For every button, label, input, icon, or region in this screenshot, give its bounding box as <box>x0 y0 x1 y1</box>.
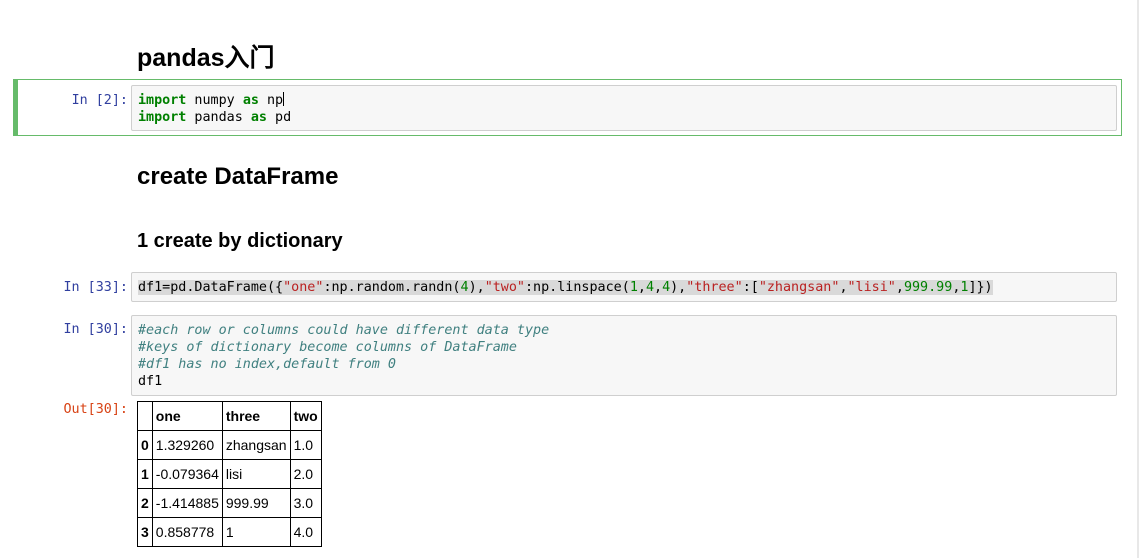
table-cell: 0.858778 <box>151 517 223 547</box>
code-token: 4 <box>662 280 671 295</box>
code-token: 4 <box>460 280 469 295</box>
column-header: two <box>289 401 322 431</box>
code-token: #each row or columns could have differen… <box>138 323 550 338</box>
dataframe-output: one three two 0 1.329260 zhangsan 1.0 1 … <box>137 401 322 547</box>
cell-3-input[interactable]: #each row or columns could have differen… <box>131 315 1117 396</box>
code-line: #df1 has no index,default from 0 <box>138 356 1110 373</box>
section-heading: create DataFrame <box>137 163 339 190</box>
code-token: numpy <box>186 93 243 108</box>
code-token: pd <box>267 110 292 125</box>
table-row: 3 0.858778 1 4.0 <box>137 517 322 547</box>
cell-2-prompt: In [33]: <box>63 280 129 295</box>
table-cell: zhangsan <box>221 430 291 460</box>
subsection-heading: 1 create by dictionary <box>137 230 343 252</box>
table-cell: 3.0 <box>289 488 322 518</box>
code-token: , <box>654 280 663 295</box>
table-cell: 4.0 <box>289 517 322 547</box>
table-row: 1 -0.079364 lisi 2.0 <box>137 459 322 489</box>
code-token: np <box>258 93 284 108</box>
code-token: , <box>637 280 646 295</box>
code-token: ), <box>468 280 485 295</box>
code-line: import pandas as pd <box>138 109 1110 126</box>
code-line: #keys of dictionary become columns of Da… <box>138 339 1110 356</box>
code-token: "two" <box>484 280 525 295</box>
table-cell: -1.414885 <box>151 488 223 518</box>
code-token: import <box>138 110 187 125</box>
code-token: "zhangsan" <box>758 280 840 295</box>
code-line: #each row or columns could have differen… <box>138 322 1110 339</box>
code-token: 4 <box>645 280 654 295</box>
code-token: ]}) <box>968 280 993 295</box>
header-row: one three two <box>137 401 322 431</box>
code-token: ), <box>670 280 687 295</box>
table-cell: lisi <box>221 459 291 489</box>
code-token: "one" <box>283 280 324 295</box>
row-index: 2 <box>137 488 153 518</box>
code-token: , <box>895 280 904 295</box>
text-cursor <box>283 92 285 106</box>
notebook-title: pandas入门 <box>137 44 275 72</box>
code-token: 1 <box>629 280 638 295</box>
table-cell: 1.329260 <box>151 430 223 460</box>
code-line: df1 <box>138 373 1110 390</box>
table-cell: 1.0 <box>289 430 322 460</box>
row-index: 3 <box>137 517 153 547</box>
column-header: one <box>151 401 223 431</box>
code-line: df1=pd.DataFrame({"one":np.random.randn(… <box>138 279 1110 296</box>
table-cell: -0.079364 <box>151 459 223 489</box>
column-header: three <box>221 401 291 431</box>
table-row: 2 -1.414885 999.99 3.0 <box>137 488 322 518</box>
code-token: pandas <box>186 110 251 125</box>
code-token: 999.99 <box>903 280 953 295</box>
table-cell: 2.0 <box>289 459 322 489</box>
code-token: :np.random.randn( <box>323 280 461 295</box>
cell-2-input[interactable]: df1=pd.DataFrame({"one":np.random.randn(… <box>131 272 1117 302</box>
code-token: as <box>242 93 259 108</box>
code-token: df1 <box>138 374 163 389</box>
code-token: , <box>839 280 848 295</box>
code-token: "lisi" <box>847 280 896 295</box>
output-prompt: Out[30]: <box>63 402 129 417</box>
cell-1-prompt: In [2]: <box>71 93 128 108</box>
row-index: 1 <box>137 459 153 489</box>
table-cell: 999.99 <box>221 488 291 518</box>
table-cell: 1 <box>221 517 291 547</box>
table-row: 0 1.329260 zhangsan 1.0 <box>137 430 322 460</box>
code-line: import numpy as np <box>138 92 1110 109</box>
cell-3-prompt: In [30]: <box>63 322 129 337</box>
code-token: :np.linspace( <box>525 280 630 295</box>
cell-1-input[interactable]: import numpy as np import pandas as pd <box>131 85 1117 131</box>
code-token: df1=pd.DataFrame({ <box>138 280 284 295</box>
code-token: import <box>138 93 187 108</box>
row-index: 0 <box>137 430 153 460</box>
code-token: :[ <box>742 280 759 295</box>
index-header <box>137 401 153 431</box>
code-token: as <box>250 110 267 125</box>
dataframe-header: one three two <box>137 401 322 431</box>
code-token: #df1 has no index,default from 0 <box>138 357 396 372</box>
code-token: "three" <box>686 280 743 295</box>
code-token: #keys of dictionary become columns of Da… <box>138 340 517 355</box>
